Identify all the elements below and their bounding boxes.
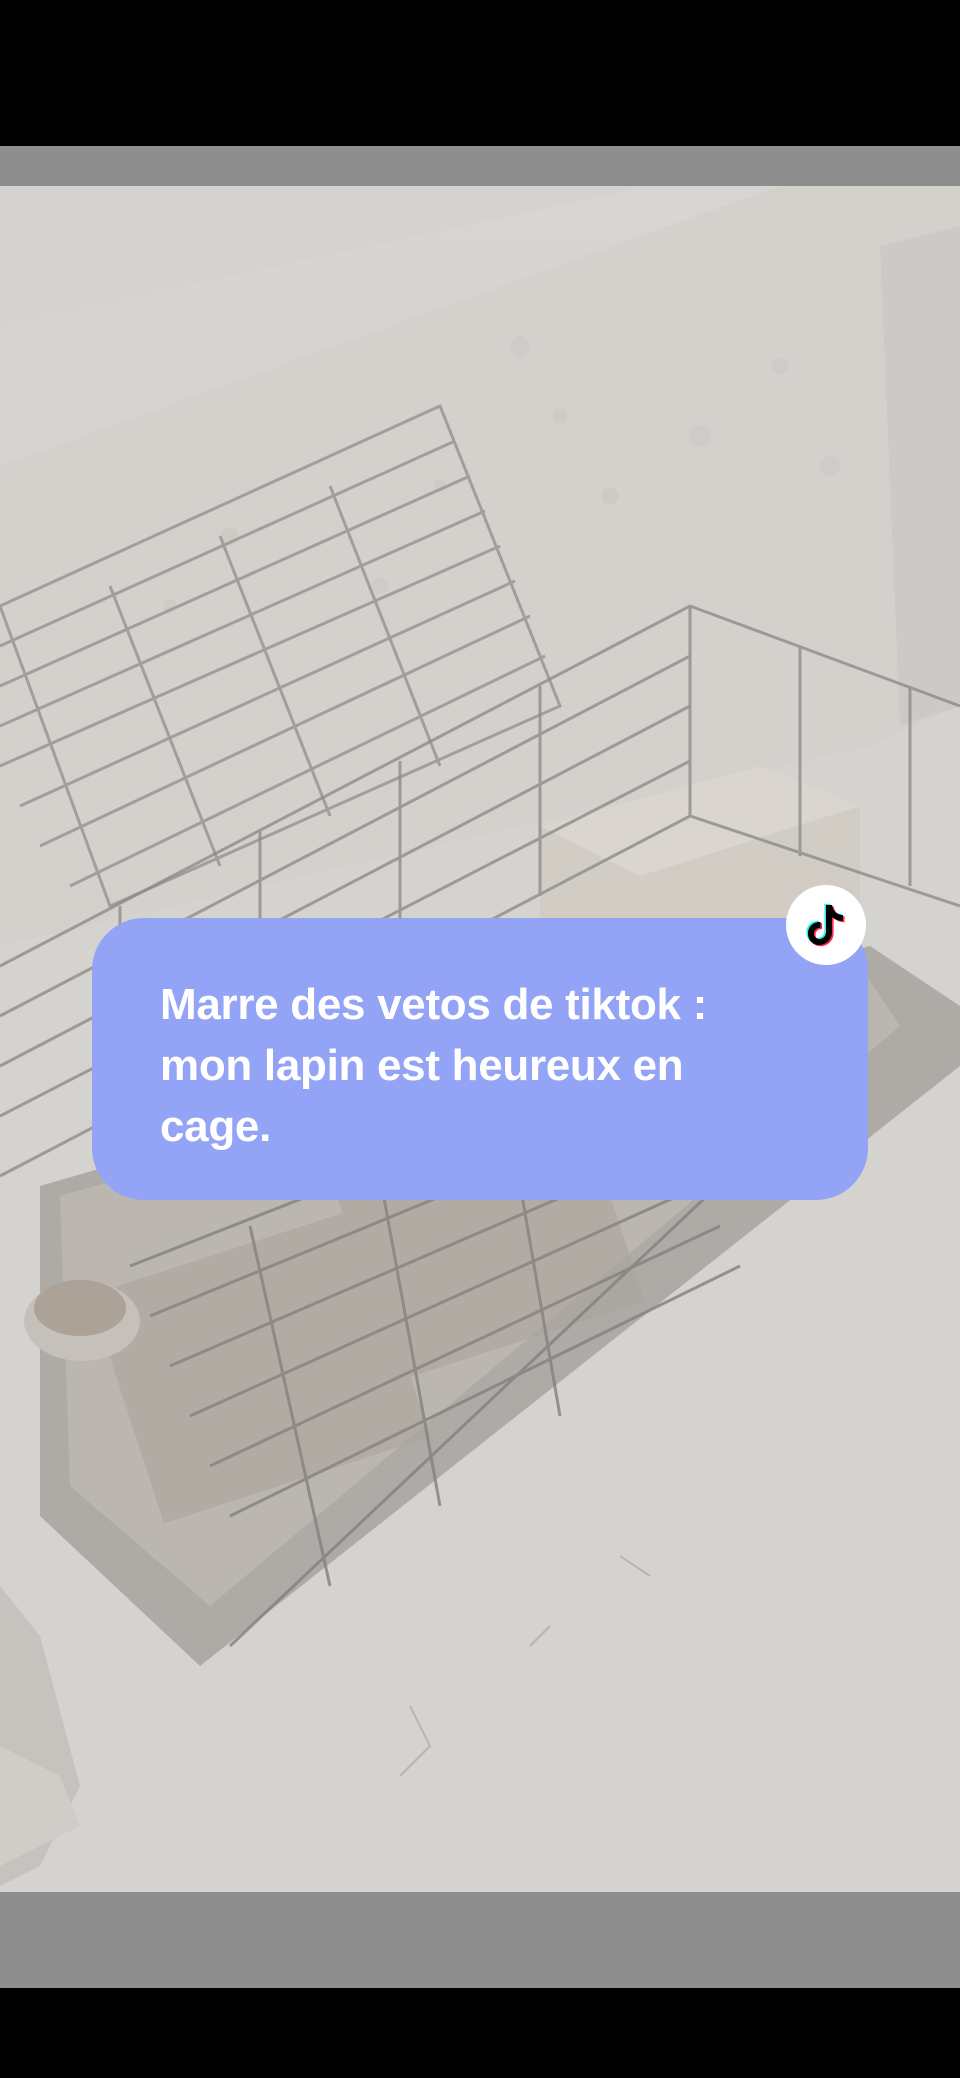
caption-text: Marre des vetos de tiktok : mon lapin es… xyxy=(160,980,707,1151)
tiktok-logo-glyph xyxy=(806,903,845,947)
caption-card: Marre des vetos de tiktok : mon lapin es… xyxy=(92,918,868,1200)
top-black-bar xyxy=(0,0,960,146)
story-screen: Marre des vetos de tiktok : mon lapin es… xyxy=(0,0,960,2078)
top-letterbox-band xyxy=(0,146,960,186)
tiktok-logo-icon xyxy=(786,885,866,965)
bottom-letterbox-band xyxy=(0,1892,960,1988)
bottom-black-bar xyxy=(0,1988,960,2078)
